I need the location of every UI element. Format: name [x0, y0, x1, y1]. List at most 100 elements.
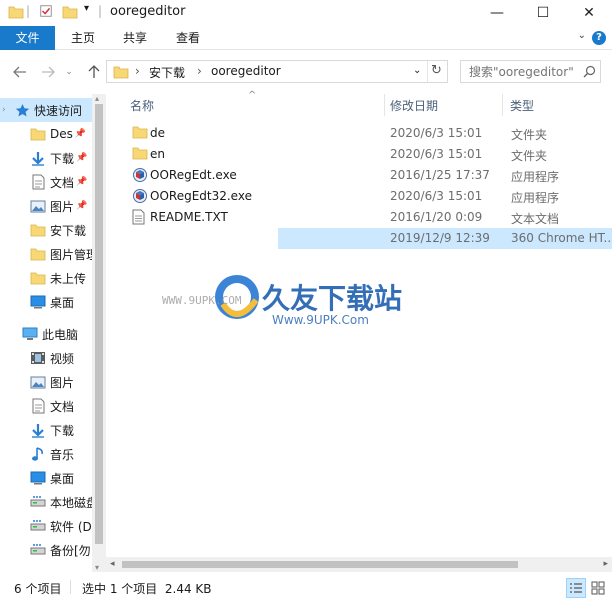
music-icon — [30, 446, 46, 462]
column-header-type[interactable]: 类型 — [510, 97, 534, 114]
separator: | — [98, 4, 103, 18]
search-icon[interactable] — [583, 65, 596, 78]
nav-item-label: 下载 — [50, 151, 75, 166]
address-dropdown-icon[interactable]: ⌄ — [413, 65, 421, 76]
drive-icon — [30, 542, 46, 558]
maximize-button[interactable]: ☐ — [520, 0, 566, 26]
file-date: 2016/1/20 0:09 — [390, 210, 483, 224]
search-input[interactable] — [461, 61, 581, 82]
close-button[interactable]: ✕ — [566, 0, 612, 26]
breadcrumb-segment[interactable]: 安下载 — [149, 64, 185, 81]
nav-item-quick-3[interactable]: 图片 📌 — [0, 194, 92, 218]
back-button[interactable] — [10, 62, 30, 82]
scroll-right-icon[interactable]: ▸ — [603, 559, 608, 569]
separator: | — [26, 4, 31, 18]
file-row[interactable]: OORegEdt32.exe 2020/6/3 15:01 应用程序 — [122, 186, 598, 207]
desktop-icon — [30, 470, 46, 486]
expand-ribbon-icon[interactable]: ⌄ — [578, 30, 586, 41]
nav-item-pc-4[interactable]: 音乐 — [0, 442, 92, 466]
video-icon — [30, 350, 46, 366]
tab-share[interactable]: 共享 — [110, 26, 160, 50]
search-box[interactable] — [460, 60, 601, 83]
drive-icon — [30, 494, 46, 510]
refresh-icon[interactable]: ↻ — [431, 63, 442, 78]
properties-icon[interactable] — [38, 4, 54, 18]
column-header-date[interactable]: 修改日期 — [390, 97, 438, 114]
chevron-right-icon[interactable]: › — [135, 64, 140, 78]
nav-item-quick-6[interactable]: 未上传 — [0, 266, 92, 290]
nav-item-pc-3[interactable]: 下载 — [0, 418, 92, 442]
nav-item-pc-6[interactable]: 本地磁盘 — [0, 490, 92, 514]
nav-item-quick-0[interactable]: Des 📌 — [0, 122, 92, 146]
nav-item-pc-2[interactable]: 文档 — [0, 394, 92, 418]
tab-view[interactable]: 查看 — [162, 26, 214, 50]
nav-item-pc-0[interactable]: 视频 — [0, 346, 92, 370]
file-type: 应用程序 — [511, 170, 560, 184]
column-header-name[interactable]: 名称 — [130, 97, 154, 114]
file-row[interactable]: README.TXT 2016/1/20 0:09 文本文档 — [122, 207, 598, 228]
pin-icon[interactable]: 📌 — [75, 129, 86, 139]
nav-item-this-pc[interactable]: 此电脑 — [0, 322, 92, 346]
nav-item-pc-5[interactable]: 桌面 — [0, 466, 92, 490]
tab-home[interactable]: 主页 — [58, 26, 108, 50]
nav-item-label: 图片 — [50, 199, 75, 214]
nav-pane-scrollbar[interactable]: ▴ ▾ — [92, 94, 106, 572]
forward-button[interactable] — [38, 62, 58, 82]
nav-item-pc-7[interactable]: 软件 (D — [0, 514, 92, 538]
file-date: 2020/6/3 15:01 — [390, 126, 483, 140]
scroll-left-icon[interactable]: ◂ — [110, 559, 115, 569]
new-folder-icon[interactable] — [62, 5, 78, 19]
nav-item-quick-7[interactable]: 桌面 — [0, 290, 92, 314]
nav-item-label: 文档 — [50, 175, 75, 190]
column-headers: ^ 名称 修改日期 类型 — [106, 90, 612, 116]
nav-item-quick-1[interactable]: 下载 📌 — [0, 146, 92, 170]
folder-icon — [30, 126, 46, 142]
nav-item-pc-8[interactable]: 备份[勿 — [0, 538, 92, 562]
tab-file[interactable]: 文件 — [0, 26, 55, 50]
up-button[interactable] — [84, 62, 104, 82]
address-bar[interactable]: › 安下载 › ooregeditor ⌄ ↻ — [106, 60, 448, 83]
file-name: en — [150, 147, 165, 161]
download-icon — [30, 422, 46, 438]
details-view-button[interactable] — [566, 578, 586, 598]
column-divider[interactable] — [502, 94, 503, 116]
arrow-up-icon — [88, 65, 100, 78]
chevron-down-icon[interactable]: › — [2, 105, 6, 115]
nav-item-quick-2[interactable]: 文档 📌 — [0, 170, 92, 194]
nav-item-label: 备份[勿 — [50, 543, 91, 558]
horizontal-scrollbar[interactable]: ◂ ▸ — [106, 557, 612, 572]
recent-locations-button[interactable]: ⌄ — [62, 62, 76, 82]
chevron-right-icon[interactable]: › — [197, 64, 202, 78]
quick-access-dropdown-icon[interactable]: ▾ — [84, 3, 89, 14]
help-icon[interactable]: ? — [592, 31, 606, 45]
file-row[interactable]: 2019/12/9 12:39 360 Chrome HT... — [278, 228, 612, 249]
large-icons-view-button[interactable] — [588, 578, 608, 598]
scrollbar-thumb[interactable] — [122, 561, 518, 568]
file-row[interactable]: en 2020/6/3 15:01 文件夹 — [122, 144, 598, 165]
nav-item-quick-4[interactable]: 安下载 — [0, 218, 92, 242]
picture-icon — [30, 374, 46, 390]
nav-item-label: 图片管理 — [50, 247, 92, 262]
minimize-button[interactable]: — — [474, 0, 520, 26]
scrollbar-thumb[interactable] — [95, 104, 103, 544]
folder-icon — [30, 222, 46, 238]
breadcrumb-segment[interactable]: ooregeditor — [211, 64, 281, 78]
folder-icon — [30, 270, 46, 286]
pin-icon[interactable]: 📌 — [76, 177, 87, 187]
nav-item-label: 图片 — [50, 375, 75, 390]
nav-item-label: 视频 — [50, 351, 75, 366]
app-icon — [132, 188, 148, 204]
column-divider[interactable] — [384, 94, 385, 116]
nav-item-label: 桌面 — [50, 471, 75, 486]
file-row[interactable]: de 2020/6/3 15:01 文件夹 — [122, 123, 598, 144]
pin-icon[interactable]: 📌 — [76, 201, 87, 211]
computer-icon — [22, 326, 38, 342]
nav-item-quick-5[interactable]: 图片管理 — [0, 242, 92, 266]
file-name: OORegEdt.exe — [150, 168, 237, 182]
file-row[interactable]: OORegEdt.exe 2016/1/25 17:37 应用程序 — [122, 165, 598, 186]
nav-item-quick-access[interactable]: › 快速访问 — [0, 98, 92, 122]
pin-icon[interactable]: 📌 — [76, 153, 87, 163]
download-icon — [30, 150, 46, 166]
nav-item-pc-1[interactable]: 图片 — [0, 370, 92, 394]
file-name: OORegEdt32.exe — [150, 189, 252, 203]
